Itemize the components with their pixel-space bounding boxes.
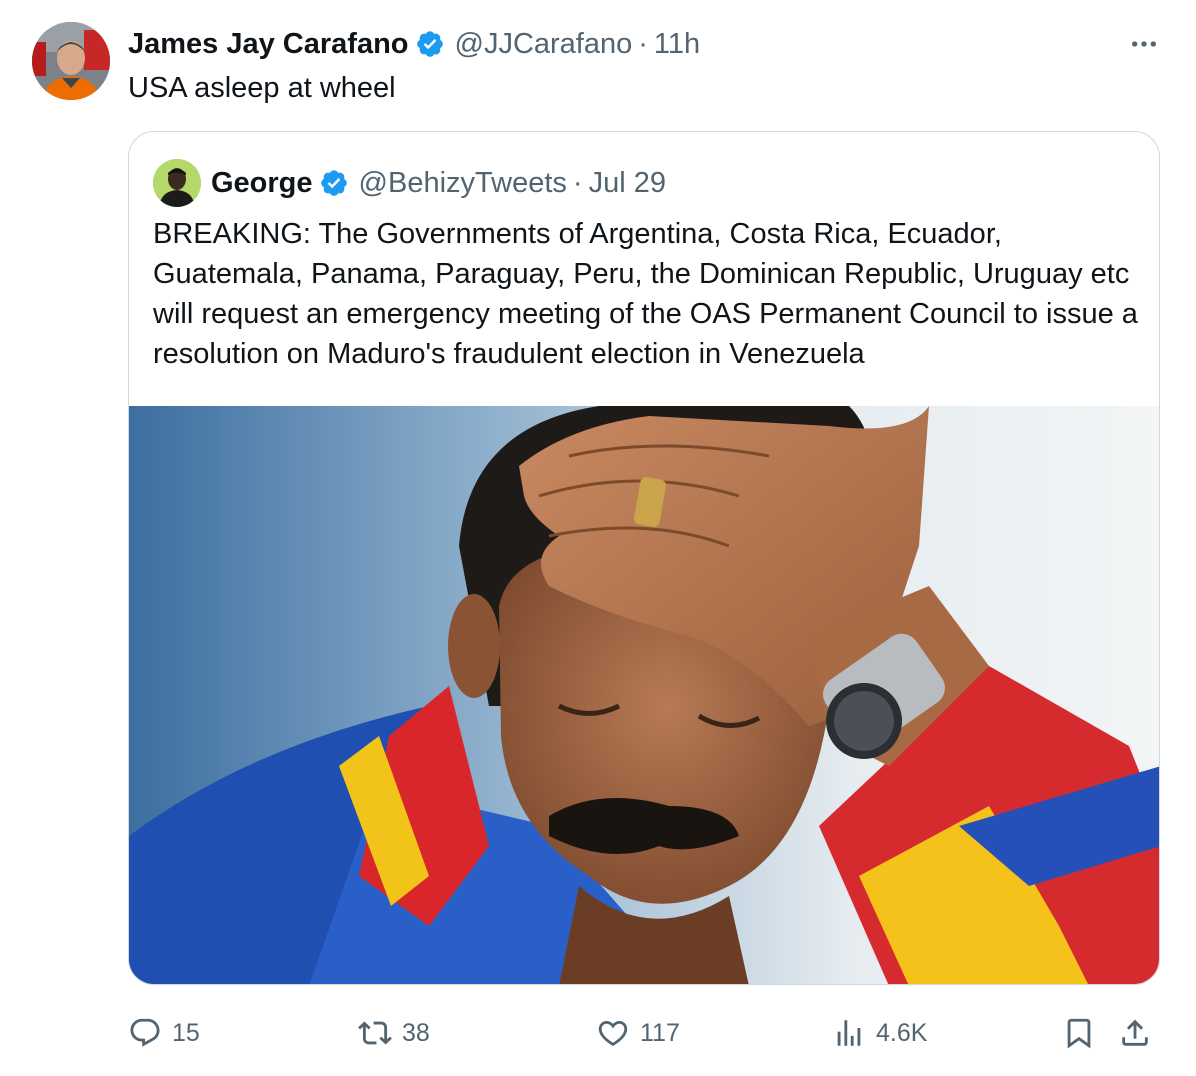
more-options-button[interactable]: [1124, 26, 1164, 62]
bookmark-button[interactable]: [1062, 1008, 1106, 1058]
quoted-tweet-card[interactable]: George @BehizyTweets · Jul 29 BREAKING: …: [128, 131, 1160, 985]
like-button[interactable]: 117: [596, 1008, 680, 1058]
tweet-action-bar: 15 38 117 4.6K: [128, 1008, 1168, 1058]
author-handle[interactable]: @JJCarafano: [455, 28, 633, 61]
bookmark-icon: [1067, 1018, 1091, 1049]
photo-man-hand-on-forehead: [129, 406, 1159, 984]
more-horizontal-icon: [1132, 41, 1156, 47]
share-icon: [1122, 1019, 1148, 1046]
quoted-tweet-header: George @BehizyTweets · Jul 29: [153, 158, 666, 208]
tweet-text: USA asleep at wheel: [128, 72, 396, 104]
author-display-name[interactable]: James Jay Carafano: [128, 28, 409, 61]
reply-count: 15: [172, 1018, 200, 1047]
views-button[interactable]: 4.6K: [832, 1008, 927, 1058]
quoted-author-avatar[interactable]: [153, 159, 201, 207]
separator-dot: ·: [638, 27, 648, 60]
quoted-author-avatar-image: [153, 159, 201, 207]
quoted-tweet-image[interactable]: [129, 406, 1159, 984]
views-chart-icon: [837, 1020, 861, 1046]
quoted-tweet-timestamp: Jul 29: [588, 166, 666, 199]
views-count: 4.6K: [876, 1018, 928, 1047]
quoted-tweet-text: BREAKING: The Governments of Argentina, …: [153, 218, 1138, 370]
quoted-author-display-name: George: [211, 166, 313, 199]
quoted-verified-badge-icon: [319, 168, 349, 198]
author-avatar-image: [32, 22, 110, 100]
quoted-author-handle: @BehizyTweets: [358, 166, 567, 199]
quoted-separator-dot: ·: [572, 166, 583, 199]
tweet-header: James Jay Carafano @JJCarafano · 11h: [128, 24, 700, 64]
reply-button[interactable]: 15: [128, 1008, 200, 1058]
reply-icon: [130, 1018, 160, 1047]
like-count: 117: [640, 1018, 680, 1047]
verified-badge-icon: [415, 29, 445, 59]
author-avatar[interactable]: [32, 22, 110, 100]
repost-button[interactable]: 38: [358, 1008, 430, 1058]
repost-icon: [358, 1021, 392, 1045]
tweet-timestamp[interactable]: 11h: [654, 28, 700, 61]
share-button[interactable]: [1118, 1008, 1162, 1058]
repost-count: 38: [402, 1018, 430, 1047]
heart-icon: [598, 1020, 628, 1046]
